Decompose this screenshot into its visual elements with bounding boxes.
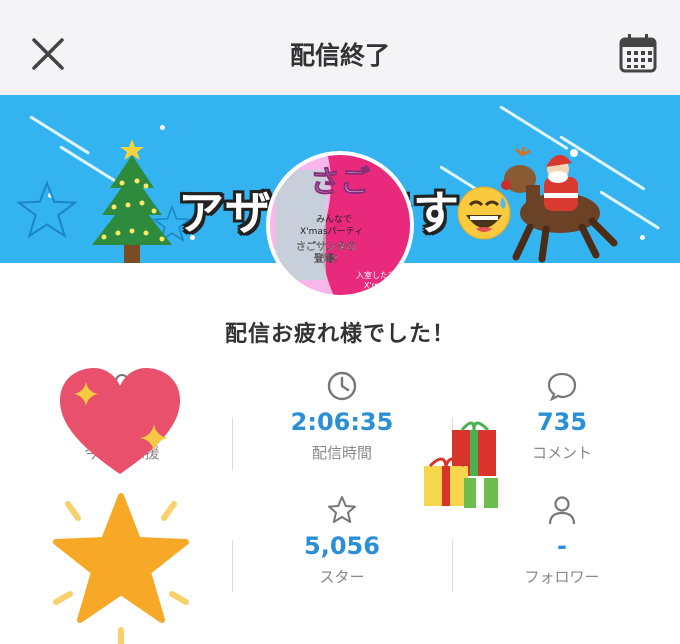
clock-icon: [327, 371, 357, 401]
comment-icon: [547, 372, 577, 402]
snowflake: [640, 235, 645, 240]
star-outline-icon: [328, 496, 356, 523]
stat-label: フォロワー: [524, 568, 600, 586]
svg-text:X'masパーティ: X'masパーティ: [300, 226, 363, 237]
star-outline-decoration: [16, 180, 78, 239]
thanks-message: 配信お疲れ様でした！: [224, 322, 455, 347]
heart-sticker-icon: [60, 368, 180, 474]
person-outline-icon: [548, 496, 576, 525]
stat-label: スター: [319, 568, 365, 586]
streamer-avatar[interactable]: さご みんなで X'masパーティ さごサンタの 登場! 入室した方限 X'ma…: [256, 150, 426, 300]
light-streak: [499, 105, 569, 151]
stat-value: -: [557, 532, 567, 560]
top-bar: 配信終了: [0, 0, 680, 95]
stat-value: 5,056: [304, 532, 380, 560]
svg-text:みんなで: みんなで: [316, 214, 352, 225]
svg-text:登場!: 登場!: [314, 252, 338, 265]
star-sticker-icon: [53, 493, 189, 644]
page-title: 配信終了: [289, 41, 390, 70]
grinning-sweat-emoji: [457, 186, 511, 240]
svg-text:さごサンタの: さごサンタの: [296, 240, 356, 253]
svg-text:さご: さご: [310, 165, 370, 200]
calendar-icon[interactable]: [618, 32, 658, 74]
snowflake: [160, 125, 165, 130]
light-streak: [29, 115, 91, 155]
christmas-tree-icon: [92, 139, 172, 263]
gift-boxes-icon: [424, 421, 498, 508]
